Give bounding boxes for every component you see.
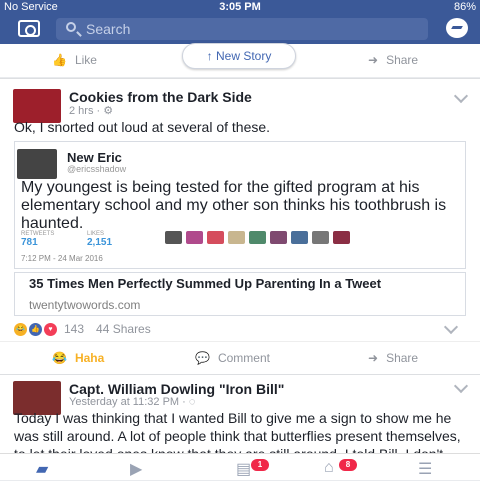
- like-button[interactable]: 👍 Like: [52, 53, 97, 67]
- battery-level: 86%: [453, 1, 476, 13]
- share-count: 44 Shares: [96, 322, 151, 336]
- post-author[interactable]: Cookies from the Dark Side: [69, 89, 252, 105]
- tweet-date: 7:12 PM - 24 Mar 2016: [21, 254, 103, 263]
- reactions-row[interactable]: 😂 👍 ♥ 143 44 Shares: [14, 322, 151, 336]
- share-label: Share: [386, 53, 419, 67]
- tweet-handle: @ericsshadow: [67, 164, 127, 174]
- post-meta: Yesterday at 11:32 PM · ◌: [69, 396, 195, 408]
- post-share-label: Share: [386, 351, 419, 365]
- liker-avatar: [207, 231, 224, 244]
- liker-avatar: [228, 231, 245, 244]
- share-button[interactable]: ➜ Share: [368, 53, 418, 67]
- post-time: Yesterday at 11:32 PM ·: [69, 396, 186, 408]
- liker-avatar: [270, 231, 287, 244]
- haha-icon: 😂: [52, 351, 67, 365]
- tweet-header: New Eric @ericsshadow: [17, 142, 463, 180]
- link-domain: twentytwowords.com: [29, 298, 141, 312]
- tweet-author: New Eric: [67, 150, 122, 165]
- play-video-icon[interactable]: ▶: [130, 459, 154, 478]
- chevron-down-icon[interactable]: [453, 88, 469, 104]
- likes-count: 2,151: [87, 237, 113, 248]
- like-label: Like: [74, 53, 97, 67]
- post-actions: 😂 Haha 💬 Comment ➜ Share: [0, 341, 480, 374]
- chevron-down-icon[interactable]: [453, 378, 469, 394]
- tweet-avatar: [17, 149, 57, 179]
- like-icon: 👍: [29, 322, 42, 336]
- liker-avatar: [186, 231, 203, 244]
- marketplace-icon[interactable]: ▤ 1: [236, 459, 269, 478]
- globe-icon: ◌: [188, 396, 196, 408]
- comment-label: Comment: [217, 351, 270, 365]
- reaction-menu-chevron-icon[interactable]: [443, 319, 459, 335]
- love-icon: ♥: [44, 322, 57, 336]
- post-card-iron-bill: Capt. William Dowling "Iron Bill" Yester…: [0, 374, 480, 480]
- comment-icon: 💬: [195, 351, 210, 365]
- camera-icon[interactable]: [18, 20, 40, 37]
- liker-avatar: [249, 231, 266, 244]
- tweet-body: My youngest is being tested for the gift…: [21, 179, 447, 232]
- post-author[interactable]: Capt. William Dowling "Iron Bill": [69, 381, 284, 397]
- comment-button[interactable]: 💬 Comment: [195, 351, 270, 365]
- search-input[interactable]: Search: [56, 18, 428, 40]
- status-time: 3:05 PM: [219, 1, 261, 13]
- haha-icon: 😂: [14, 322, 27, 336]
- post-time: 2 hrs ·: [69, 105, 101, 117]
- search-icon: [66, 22, 76, 32]
- tweet-embed[interactable]: New Eric @ericsshadow My youngest is bei…: [14, 141, 466, 269]
- settings-icon: ⚙: [103, 105, 114, 117]
- post-share-button[interactable]: ➜ Share: [368, 351, 418, 365]
- news-feed-icon[interactable]: ▰: [36, 459, 60, 478]
- reaction-count: 143: [64, 322, 85, 336]
- search-placeholder: Search: [86, 21, 131, 37]
- post-meta: 2 hrs · ⚙: [69, 104, 113, 117]
- status-bar: No Service 3:05 PM 86%: [0, 0, 480, 14]
- notification-badge: 8: [339, 459, 357, 471]
- notifications-icon[interactable]: ⌂ 8: [324, 459, 357, 477]
- top-navbar: Search: [0, 14, 480, 44]
- liker-avatar: [312, 231, 329, 244]
- menu-icon[interactable]: ☰: [418, 459, 442, 478]
- up-arrow-icon: ↑: [206, 49, 213, 63]
- liker-avatar: [291, 231, 308, 244]
- new-story-label: New Story: [215, 49, 272, 63]
- post-card-cookies: Cookies from the Dark Side 2 hrs · ⚙ Ok,…: [0, 78, 480, 374]
- messenger-icon[interactable]: [446, 18, 468, 38]
- liker-avatar: [333, 231, 350, 244]
- liker-avatars: [165, 231, 350, 244]
- new-story-button[interactable]: ↑ New Story: [182, 43, 296, 69]
- share-arrow-icon: ➜: [368, 53, 379, 67]
- liker-avatar: [165, 231, 182, 244]
- link-preview[interactable]: 35 Times Men Perfectly Summed Up Parenti…: [14, 272, 466, 316]
- post-text: Ok, I snorted out loud at several of the…: [14, 119, 271, 135]
- thumbs-up-icon: 👍: [52, 53, 67, 67]
- haha-button[interactable]: 😂 Haha: [52, 351, 104, 365]
- bottom-tab-bar: ▰ ▶ ▤ 1 ⌂ 8 ☰: [0, 453, 480, 480]
- retweets-count: 781: [21, 237, 38, 248]
- video-badge: 1: [251, 459, 269, 471]
- link-title: 35 Times Men Perfectly Summed Up Parenti…: [29, 276, 382, 291]
- haha-label: Haha: [74, 351, 105, 365]
- share-arrow-icon: ➜: [368, 351, 379, 365]
